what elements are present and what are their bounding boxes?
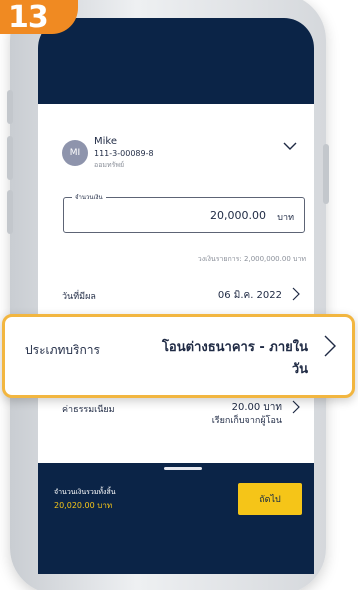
header-bar xyxy=(38,18,314,104)
chevron-right-icon xyxy=(324,335,336,357)
step-number: 13 xyxy=(8,0,49,35)
effective-date-label: วันที่มีผล xyxy=(62,292,96,302)
transfer-limit: วงเงินรายการ: 2,000,000.00 บาท xyxy=(197,255,306,263)
avatar: MI xyxy=(62,140,88,166)
effective-date-row[interactable]: วันที่มีผล 06 มิ.ค. 2022 xyxy=(62,286,300,306)
account-number: 111-3-00089-8 xyxy=(94,149,154,158)
chevron-down-icon[interactable] xyxy=(282,140,298,152)
service-type-row[interactable]: ประเภทบริการ โอนต่างธนาคาร - ภายในวัน xyxy=(2,314,355,398)
effective-date-value: 06 มิ.ค. 2022 xyxy=(217,290,282,301)
phone-side-button xyxy=(7,90,13,124)
account-name: Mike xyxy=(94,136,117,147)
bottom-bar: จำนวนเงินรวมทั้งสิ้น 20,020.00 บาท ถัดไป xyxy=(38,463,314,574)
fee-note: เรียกเก็บจากผู้โอน xyxy=(211,416,282,426)
next-button[interactable]: ถัดไป xyxy=(238,483,302,515)
chevron-right-icon xyxy=(292,400,300,414)
total-amount-label: จำนวนเงินรวมทั้งสิ้น xyxy=(54,488,116,496)
service-type-value: โอนต่างธนาคาร - ภายในวัน xyxy=(161,340,308,377)
service-type-label: ประเภทบริการ xyxy=(25,343,100,357)
amount-label: จำนวนเงิน xyxy=(72,192,106,202)
phone-side-button xyxy=(7,136,13,180)
account-type: ออมทรัพย์ xyxy=(94,161,125,169)
total-amount-value: 20,020.00 บาท xyxy=(54,501,113,510)
amount-value: 20,000.00 xyxy=(210,209,266,222)
account-selector[interactable]: MI Mike 111-3-00089-8 ออมทรัพย์ xyxy=(62,136,298,176)
fee-row[interactable]: ค่าธรรมเนียม 20.00 บาท เรียกเก็บจากผู้โอ… xyxy=(62,400,300,430)
fee-label: ค่าธรรมเนียม xyxy=(62,405,115,415)
amount-unit: บาท xyxy=(277,213,294,223)
amount-field[interactable]: จำนวนเงิน 20,000.00 บาท xyxy=(63,192,305,233)
chevron-right-icon xyxy=(292,287,300,301)
phone-side-button xyxy=(7,190,13,234)
drag-handle[interactable] xyxy=(164,467,202,470)
step-badge: 13 xyxy=(0,0,78,35)
phone-side-button xyxy=(323,144,329,204)
